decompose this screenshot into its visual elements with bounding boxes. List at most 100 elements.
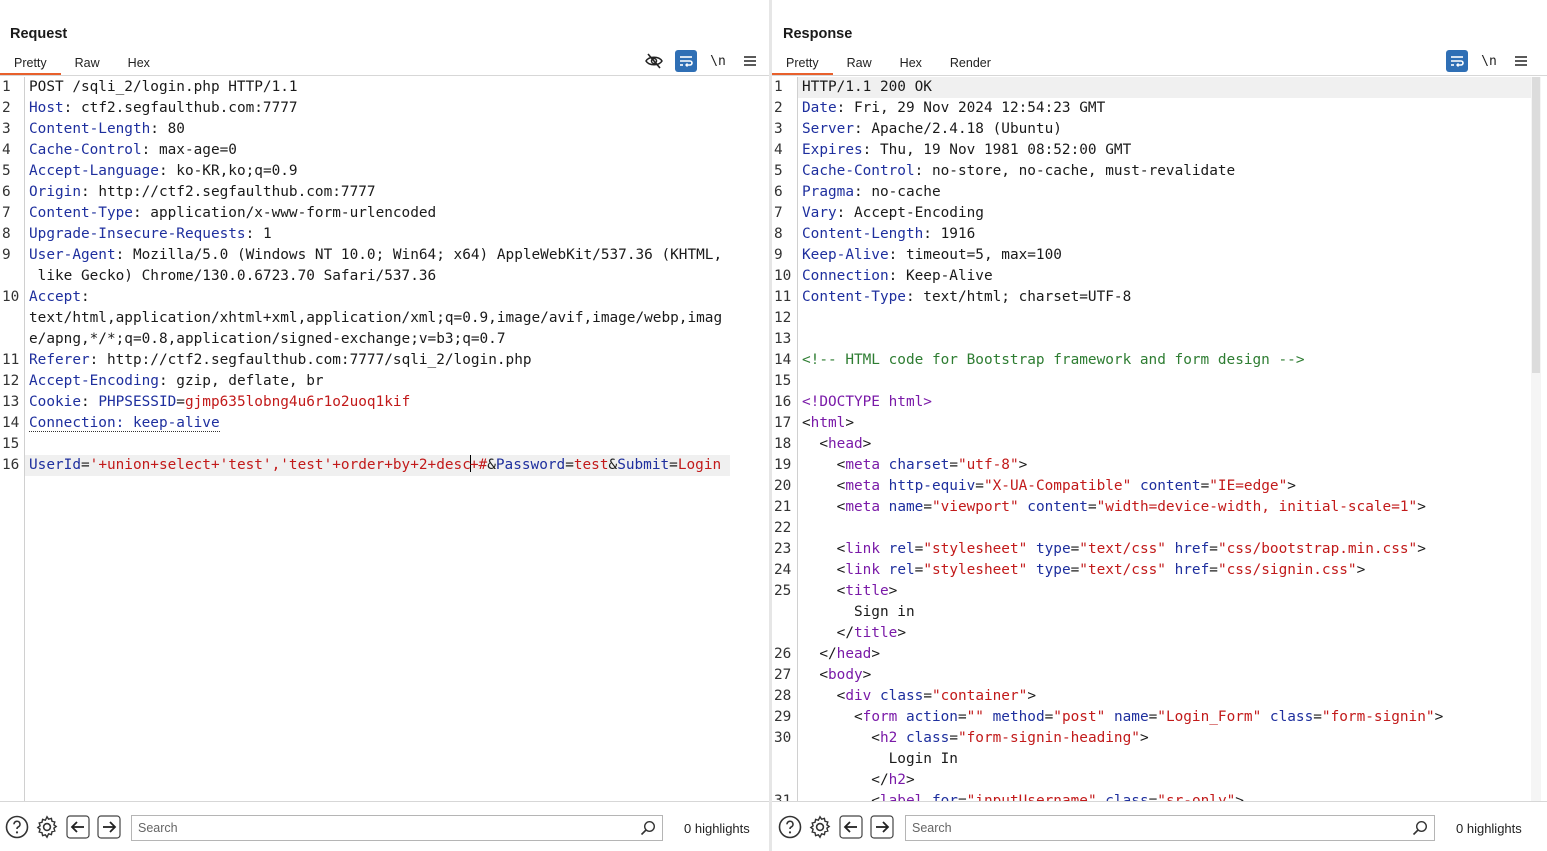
code-line: 7 Vary: Accept-Encoding <box>774 205 984 221</box>
code-line: 15 <box>774 373 792 389</box>
response-scrollbar[interactable] <box>1531 77 1541 801</box>
code-line: 17 <html> <box>774 415 854 431</box>
code-line-wrapped: </title> <box>802 625 906 641</box>
request-title: Request <box>10 26 68 42</box>
code-line: 8 Content-Length: 1916 <box>774 226 976 242</box>
response-tab-hex[interactable]: Hex <box>886 52 936 75</box>
code-line: 10 Connection: Keep-Alive <box>774 268 993 284</box>
code-line-wrapped: text/html,application/xhtml+xml,applicat… <box>29 310 723 326</box>
code-line: 4 Expires: Thu, 19 Nov 1981 08:52:00 GMT <box>774 142 1132 158</box>
code-line-wrapped: e/apng,*/*;q=0.8,application/signed-exch… <box>29 331 506 347</box>
word-wrap-icon[interactable] <box>1446 50 1468 72</box>
search-icon[interactable] <box>1412 820 1428 836</box>
code-line: 12 Accept-Encoding: gzip, deflate, br <box>2 373 324 389</box>
code-line: 12 <box>774 310 792 326</box>
code-line: 11 Referer: http://ctf2.segfaulthub.com:7… <box>2 352 532 368</box>
code-line: 6 Pragma: no-cache <box>774 184 941 200</box>
response-pane: Response Pretty Raw Hex Render \n 1 HTTP/… <box>772 0 1547 851</box>
response-code: 1 HTTP/1.1 200 OK 2 Date: Fri, 29 Nov 2024… <box>772 77 1531 801</box>
code-line: 15 <box>2 436 20 452</box>
request-tab-hex[interactable]: Hex <box>114 52 164 75</box>
code-line: 13 Cookie: PHPSESSID=gjmp635lobng4u6r1o2u… <box>2 394 411 410</box>
code-line: 1 POST /sqli_2/login.php HTTP/1.1 <box>2 79 298 95</box>
code-line: 2 Host: ctf2.segfaulthub.com:7777 <box>2 100 298 116</box>
request-tab-pretty[interactable]: Pretty <box>0 52 61 75</box>
code-line: 27 <body> <box>774 667 872 683</box>
tabs-divider <box>772 75 1547 76</box>
request-search-bar: 0 highlights <box>0 801 769 851</box>
code-line: 25 <title> <box>774 583 898 599</box>
code-line: 10 Accept: <box>2 289 90 305</box>
forward-arrow-icon[interactable] <box>870 815 894 839</box>
back-arrow-icon[interactable] <box>66 815 90 839</box>
request-tabs: Pretty Raw Hex <box>0 52 164 75</box>
code-line: 22 <box>774 520 792 536</box>
hamburger-menu-icon[interactable] <box>1510 50 1532 72</box>
code-line: 23 <link rel="stylesheet" type="text/css… <box>774 541 1426 557</box>
request-code: 1 POST /sqli_2/login.php HTTP/1.1 2 Host: … <box>0 77 769 476</box>
code-line: 3 Content-Length: 80 <box>2 121 185 137</box>
request-search-box <box>131 815 663 841</box>
code-line: 24 <link rel="stylesheet" type="text/css… <box>774 562 1366 578</box>
code-line: 21 <meta name="viewport" content="width=… <box>774 499 1426 515</box>
code-line: 26 </head> <box>774 646 880 662</box>
code-line: 31 <label for="inputUsername" class="sr-… <box>774 793 1244 801</box>
show-newlines-button[interactable]: \n <box>707 50 729 72</box>
code-line: 13 <box>774 331 792 347</box>
request-tab-raw[interactable]: Raw <box>61 52 114 75</box>
response-search-input[interactable] <box>906 816 1404 840</box>
request-search-input[interactable] <box>132 816 632 840</box>
code-line: 20 <meta http-equiv="X-UA-Compatible" co… <box>774 478 1296 494</box>
response-title: Response <box>783 26 853 42</box>
forward-arrow-icon[interactable] <box>97 815 121 839</box>
code-line: 2 Date: Fri, 29 Nov 2024 12:54:23 GMT <box>774 100 1106 116</box>
back-arrow-icon[interactable] <box>839 815 863 839</box>
response-editor[interactable]: 1 HTTP/1.1 200 OK 2 Date: Fri, 29 Nov 2024… <box>772 77 1547 801</box>
response-search-box <box>905 815 1435 841</box>
response-highlight-count: 0 highlights <box>1456 821 1522 836</box>
code-line: 28 <div class="container"> <box>774 688 1036 704</box>
code-line: 6 Origin: http://ctf2.segfaulthub.com:777… <box>2 184 376 200</box>
code-line: 16 <!DOCTYPE html> <box>774 394 932 410</box>
code-line-current: 16 UserId='+union+select+'test','test'+or… <box>0 455 769 476</box>
response-toolbar: \n <box>1446 50 1532 72</box>
help-icon[interactable] <box>778 815 802 839</box>
code-line-wrapped: like Gecko) Chrome/130.0.6723.70 Safari/… <box>29 268 437 284</box>
code-line: 29 <form action="" method="post" name="L… <box>774 709 1444 725</box>
search-icon[interactable] <box>640 820 656 836</box>
code-line: 3 Server: Apache/2.4.18 (Ubuntu) <box>774 121 1062 137</box>
response-search-bar: 0 highlights <box>772 801 1547 851</box>
settings-gear-icon[interactable] <box>35 815 59 839</box>
code-line: 7 Content-Type: application/x-www-form-ur… <box>2 205 437 221</box>
code-line-wrapped: Sign in <box>853 604 915 620</box>
code-line: 19 <meta charset="utf-8"> <box>774 457 1028 473</box>
request-pane: Request Pretty Raw Hex \n 1 POST /sqli_2/… <box>0 0 769 851</box>
code-line-wrapped: </h2> <box>802 772 915 788</box>
code-line: 8 Upgrade-Insecure-Requests: 1 <box>2 226 272 242</box>
tabs-divider <box>0 75 769 76</box>
help-icon[interactable] <box>5 815 29 839</box>
eye-off-icon[interactable] <box>643 50 665 72</box>
response-tab-pretty[interactable]: Pretty <box>772 52 833 75</box>
code-line: 9 Keep-Alive: timeout=5, max=100 <box>774 247 1062 263</box>
response-tab-render[interactable]: Render <box>936 52 1005 75</box>
code-line: 11 Content-Type: text/html; charset=UTF-8 <box>774 289 1132 305</box>
response-tabs: Pretty Raw Hex Render <box>772 52 1005 75</box>
response-tab-raw[interactable]: Raw <box>833 52 886 75</box>
show-newlines-button[interactable]: \n <box>1478 50 1500 72</box>
scrollbar-thumb[interactable] <box>1532 77 1540 373</box>
code-line: 9 User-Agent: Mozilla/5.0 (Windows NT 10.… <box>2 247 723 263</box>
code-line-wrapped: Login In <box>888 751 958 767</box>
request-highlight-count: 0 highlights <box>684 821 750 836</box>
code-line: 4 Cache-Control: max-age=0 <box>2 142 237 158</box>
code-line-current: 1 HTTP/1.1 200 OK <box>772 77 1531 98</box>
code-line: 5 Cache-Control: no-store, no-cache, must… <box>774 163 1236 179</box>
code-line: 14 Connection: keep-alive <box>2 415 220 432</box>
word-wrap-icon[interactable] <box>675 50 697 72</box>
request-editor[interactable]: 1 POST /sqli_2/login.php HTTP/1.1 2 Host: … <box>0 77 769 801</box>
code-line: 5 Accept-Language: ko-KR,ko;q=0.9 <box>2 163 298 179</box>
settings-gear-icon[interactable] <box>808 815 832 839</box>
code-line: 14 <!-- HTML code for Bootstrap framework… <box>774 352 1305 368</box>
code-line: 30 <h2 class="form-signin-heading"> <box>774 730 1149 746</box>
hamburger-menu-icon[interactable] <box>739 50 761 72</box>
